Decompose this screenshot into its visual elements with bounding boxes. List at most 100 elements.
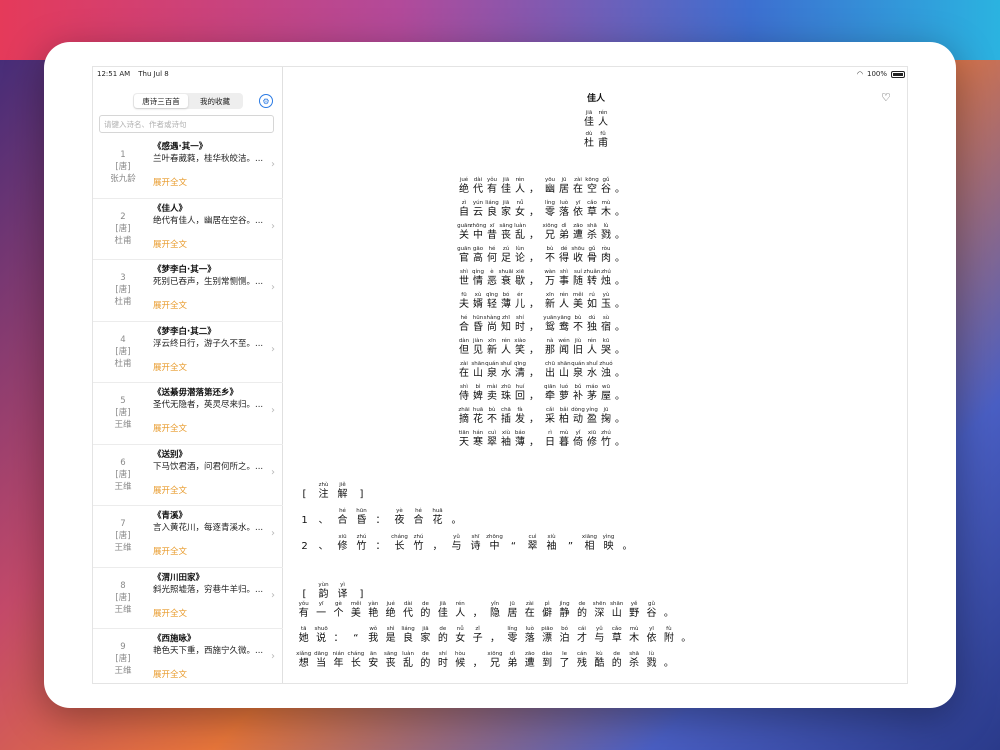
list-item[interactable]: 2 [唐] 杜甫 《佳人》 绝代有佳人，幽居在空谷。... 展开全文 ›	[93, 199, 283, 260]
translation-section: [yùn 韵 yì 译] yǒu 有 yī 一 gè 个 měi 美 yàn 艳 jué 绝 dài 代 de 的 ji…	[295, 575, 695, 676]
hanzi: 零	[545, 207, 555, 218]
poem-index: 3	[120, 273, 126, 283]
pinyin: jiàn	[473, 338, 483, 344]
hanzi: 1	[301, 515, 308, 526]
hanzi: 个	[333, 608, 344, 619]
poem-summary: 《佳人》 绝代有佳人，幽居在空谷。... 展开全文	[153, 199, 265, 260]
ruby-char: cǎo 草	[585, 200, 599, 223]
expand-link[interactable]: 展开全文	[153, 362, 265, 374]
hanzi: 说	[316, 633, 327, 644]
pinyin: xiē	[515, 269, 525, 275]
expand-link[interactable]: 展开全文	[153, 239, 265, 251]
hanzi: 世	[459, 276, 469, 287]
ruby-char: yì 译	[333, 582, 352, 601]
pinyin: yī	[575, 200, 581, 206]
pinyin: de	[439, 626, 447, 632]
tab-tang-poems[interactable]: 唐诗三百首	[134, 94, 188, 108]
ruby-char: jiā 佳	[582, 110, 596, 129]
poem-meta: 8 [唐] 王维	[93, 568, 153, 629]
list-item[interactable]: 6 [唐] 王维 《送别》 下马饮君酒，问君何所之。... 展开全文 ›	[93, 445, 283, 506]
pinyin: zì	[461, 200, 467, 206]
poem-author: 杜甫	[114, 235, 132, 246]
ruby-char: mù 暮	[557, 430, 571, 453]
ruby-char: mù 木	[599, 200, 613, 223]
ruby-char: kù 酷	[591, 651, 608, 676]
list-item[interactable]: 1 [唐] 张九龄 《感遇·其一》 兰叶春葳蕤，桂华秋皎洁。... 展开全文 ›	[93, 137, 283, 199]
hanzi: 翠	[487, 437, 497, 448]
pinyin: cán	[577, 651, 587, 657]
pinyin: rú	[589, 292, 595, 298]
hanzi: 随	[573, 276, 583, 287]
hanzi: 论	[515, 253, 525, 264]
expand-link[interactable]: 展开全文	[153, 300, 265, 312]
pinyin: lù	[649, 651, 655, 657]
gear-icon[interactable]: ⚙	[259, 94, 273, 108]
ruby-char: fū 夫	[457, 292, 471, 315]
poem-title: 《梦李白·其二》	[153, 326, 216, 337]
pinyin: cǎo	[611, 626, 622, 632]
list-item[interactable]: 5 [唐] 王维 《送綦毋潜落第还乡》 圣代无隐者，英灵尽来归。... 展开全文 ›	[93, 383, 283, 445]
ruby-char: hé 合	[333, 508, 352, 527]
ruby-char: 。	[660, 651, 677, 676]
hanzi: 弟	[507, 658, 518, 669]
ruby-char: dòng 动	[571, 407, 585, 430]
tab-favorites[interactable]: 我的收藏	[188, 94, 242, 108]
ruby-char: 。	[613, 407, 627, 430]
search-input[interactable]: 请键入诗名、作者或诗句	[99, 115, 274, 133]
expand-link[interactable]: 展开全文	[153, 608, 265, 620]
pinyin: bù	[488, 407, 496, 413]
hanzi: 山	[473, 368, 483, 379]
ruby-char: kū 哭	[599, 338, 613, 361]
pinyin: zài	[460, 361, 468, 367]
ruby-char: 、	[314, 508, 333, 527]
pinyin: yǐn	[490, 601, 500, 607]
list-item[interactable]: 9 [唐] 王维 《西施咏》 艳色天下重，西施宁久微。... 展开全文 ›	[93, 629, 283, 683]
expand-link[interactable]: 展开全文	[153, 423, 265, 435]
hanzi: 合	[337, 515, 348, 526]
pinyin: shān	[557, 361, 571, 367]
ruby-char: sāng 丧	[382, 651, 399, 676]
ruby-char: jiù 旧	[571, 338, 585, 361]
list-item[interactable]: 3 [唐] 杜甫 《梦李白·其一》 死别已吞声，生别常恻恻。... 展开全文 ›	[93, 260, 283, 322]
poem-excerpt: 下马饮君酒，问君何所之。...	[153, 461, 264, 472]
ruby-char: qíng 情	[471, 269, 485, 292]
ruby-char: yìng 映	[599, 534, 618, 553]
ruby-char: shì 是	[382, 626, 399, 651]
hanzi: 日	[545, 437, 555, 448]
poem-index: 7	[120, 519, 126, 529]
ruby-char: piāo 漂	[538, 626, 555, 651]
ruby-char: ，	[527, 292, 541, 315]
expand-link[interactable]: 展开全文	[153, 669, 265, 681]
hanzi: ”	[567, 541, 574, 552]
pinyin: jū	[509, 601, 515, 607]
hanzi: 独	[587, 322, 597, 333]
ruby-char: nǚ 女	[452, 626, 469, 651]
hanzi: 兄	[489, 658, 500, 669]
hanzi: 。	[622, 541, 633, 552]
ruby-char: fà 发	[513, 407, 527, 430]
pinyin: gāo	[472, 246, 484, 252]
hanzi: 泊	[559, 633, 570, 644]
pinyin: shí	[438, 651, 447, 657]
heart-icon[interactable]: ♡	[881, 91, 891, 104]
list-item[interactable]: 8 [唐] 王维 《渭川田家》 斜光照墟落，穷巷牛羊归。... 展开全文 ›	[93, 568, 283, 629]
pinyin: dì	[561, 223, 567, 229]
hanzi: 佳	[584, 117, 594, 128]
ruby-char: shān 山	[608, 601, 625, 626]
expand-link[interactable]: 展开全文	[153, 546, 265, 558]
ruby-char: yě 野	[625, 601, 642, 626]
ruby-char: gāo 高	[471, 246, 485, 269]
hanzi: 修	[337, 541, 348, 552]
pinyin: lù	[603, 223, 609, 229]
hanzi: 居	[507, 608, 518, 619]
expand-link[interactable]: 展开全文	[153, 177, 265, 189]
pinyin: suí	[574, 269, 582, 275]
pinyin: shuǐ	[500, 361, 512, 367]
pinyin: gè	[335, 601, 342, 607]
pinyin: qiān	[544, 384, 556, 390]
expand-link[interactable]: 展开全文	[153, 485, 265, 497]
hanzi: 儿	[515, 299, 525, 310]
list-item[interactable]: 4 [唐] 杜甫 《梦李白·其二》 浮云终日行，游子久不至。... 展开全文 ›	[93, 322, 283, 383]
list-item[interactable]: 7 [唐] 王维 《青溪》 言入黄花川，每逐青溪水。... 展开全文 ›	[93, 506, 283, 568]
hanzi: 有	[298, 608, 309, 619]
